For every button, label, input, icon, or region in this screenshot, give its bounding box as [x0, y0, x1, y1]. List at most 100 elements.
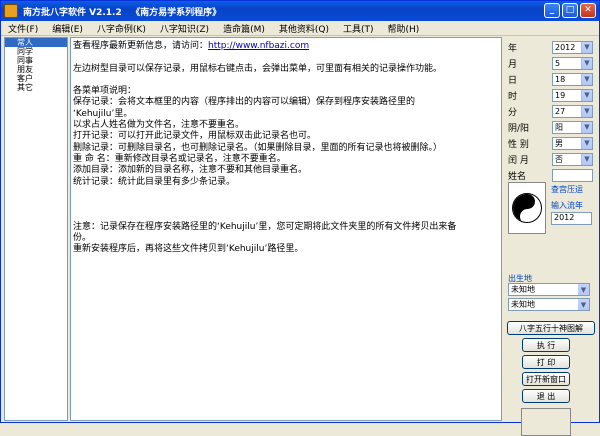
name-input[interactable]: [552, 168, 593, 182]
leap-month-select[interactable]: 否 ▼: [552, 152, 593, 166]
name-label: 姓名: [508, 171, 527, 182]
tree-item-colleagues[interactable]: 同事: [5, 56, 67, 65]
menu-help[interactable]: 帮助(H): [381, 22, 427, 35]
chevron-down-icon[interactable]: ▼: [581, 57, 592, 69]
editor-line-text: 删除记录：可删除目录名，也可删除记录名。（如果删除目录，里面的所有记录也将被删除…: [73, 142, 443, 153]
tree-item-classmates[interactable]: 同学: [5, 47, 67, 56]
record-tree[interactable]: 常人 同学 同事 朋友 客户 其它: [4, 37, 68, 421]
exit-button[interactable]: 退 出: [522, 389, 570, 403]
maximize-button[interactable]: □: [562, 3, 578, 18]
close-button[interactable]: ✕: [580, 3, 596, 18]
tree-item-normal[interactable]: 常人: [5, 38, 67, 47]
chevron-down-icon[interactable]: ▼: [581, 137, 592, 149]
editor-line-text: 保存记录：会将文本框里的内容（程序排出的内容可以编辑）保存到程序安装路径里的: [73, 97, 416, 108]
minute-label: 分: [508, 107, 518, 118]
app-icon: [4, 4, 18, 18]
print-button[interactable]: 打 印: [522, 355, 570, 369]
editor-line: 重新安装程序后，再将这些文件拷贝到‘Kehujilu’路径里。: [73, 244, 499, 255]
menu-file[interactable]: 文件(F): [1, 22, 45, 35]
title-bar[interactable]: 南方批八字软件 V2.1.2 《南方易学系列程序》 _ □ ✕: [1, 1, 599, 21]
tree-item-friends[interactable]: 朋友: [5, 65, 67, 74]
qiyun-link[interactable]: 查宫压运: [551, 184, 583, 195]
chevron-down-icon[interactable]: ▼: [578, 284, 589, 295]
editor-line: 打开记录：可以打开此记录文件，用鼠标双击此记录名也可。: [73, 131, 499, 142]
editor-line: 以求占人姓名做为文件名，注意不要重名。: [73, 120, 499, 131]
editor-line-text: ‘Kehujilu’里。: [73, 108, 133, 119]
run-button[interactable]: 执 行: [522, 338, 570, 352]
birthplace-province-select[interactable]: 未知地 ▼: [508, 283, 590, 296]
editor-line-text: 左边树型目录可以保存记录，用鼠标右键点击，会弹出菜单，可里面有相关的记录操作功能…: [73, 63, 443, 74]
editor-line: 各菜单项说明：: [73, 86, 499, 97]
chevron-down-icon[interactable]: ▼: [581, 153, 592, 165]
taiji-button[interactable]: [508, 182, 546, 234]
main-window: 南方批八字软件 V2.1.2 《南方易学系列程序》 _ □ ✕ 文件(F) 编辑…: [0, 0, 600, 436]
menu-bar: 文件(F) 编辑(E) 八字命例(K) 八字知识(Z) 造命篇(M) 其他资料(…: [1, 21, 599, 36]
editor-line-text: 各菜单项说明：: [73, 86, 137, 97]
year-select[interactable]: 2012 ▼: [552, 40, 593, 54]
tree-item-other[interactable]: 其它: [5, 83, 67, 92]
website-link[interactable]: http://www.nfbazi.com: [208, 41, 309, 51]
hour-label: 时: [508, 91, 518, 102]
menu-zaoming[interactable]: 造命篇(M): [216, 22, 272, 35]
editor-line: 份。: [73, 233, 499, 244]
editor-line-text: 注意：记录保存在程序安装路径里的‘Kehujilu’里，您可定期将此文件夹里的所…: [73, 221, 457, 232]
editor-line: 查看程序最新更新信息，请访问：http://www.nfbazi.com: [73, 41, 499, 52]
editor-line-text: 查看程序最新更新信息，请访问：: [73, 41, 209, 51]
new-window-button[interactable]: 打开新窗口: [522, 372, 570, 386]
menu-bazi-knowledge[interactable]: 八字知识(Z): [153, 22, 216, 35]
chevron-down-icon[interactable]: ▼: [578, 299, 589, 310]
editor-line: 添加目录：添加新的目录名称，注意不要和其他目录重名。: [73, 165, 499, 176]
editor-line-text: 重 命 名：重新修改目录名或记录名，注意不要重名。: [73, 153, 286, 164]
menu-tools[interactable]: 工具(T): [336, 22, 381, 35]
editor-line-text: 打开记录：可以打开此记录文件，用鼠标双击此记录名也可。: [73, 131, 317, 142]
birthplace-city-select[interactable]: 未知地 ▼: [508, 298, 590, 311]
yin-yang-icon: [512, 193, 542, 223]
year-label: 年: [508, 43, 518, 54]
menu-other[interactable]: 其他资料(Q): [272, 22, 336, 35]
menu-edit[interactable]: 编辑(E): [45, 22, 90, 35]
wuxing-diagram-button[interactable]: 八字五行十神图解: [507, 321, 595, 335]
text-editor[interactable]: 查看程序最新更新信息，请访问：http://www.nfbazi.com 左边树型…: [70, 37, 502, 421]
editor-line: 注意：记录保存在程序安装路径里的‘Kehujilu’里，您可定期将此文件夹里的所…: [73, 222, 499, 233]
tree-item-clients[interactable]: 客户: [5, 74, 67, 83]
chevron-down-icon[interactable]: ▼: [581, 73, 592, 85]
gender-select[interactable]: 男 ▼: [552, 136, 593, 150]
yinyang-label: 阴/阳: [508, 123, 530, 134]
window-title: 南方批八字软件 V2.1.2 《南方易学系列程序》: [23, 7, 222, 18]
editor-line: 重 命 名：重新修改目录名或记录名，注意不要重名。: [73, 154, 499, 165]
editor-line-text: 份。: [73, 233, 92, 244]
editor-line: 左边树型目录可以保存记录，用鼠标右键点击，会弹出菜单，可里面有相关的记录操作功能…: [73, 64, 499, 75]
editor-line: ‘Kehujilu’里。: [73, 109, 499, 120]
input-year-label: 输入流年: [551, 201, 583, 210]
day-select[interactable]: 18 ▼: [552, 72, 593, 86]
input-year-field[interactable]: 2012: [551, 212, 592, 225]
empty-panel: [521, 408, 571, 436]
editor-line-text: 添加目录：添加新的目录名称，注意不要和其他目录重名。: [73, 165, 308, 176]
editor-line: 删除记录：可删除目录名，也可删除记录名。（如果删除目录，里面的所有记录也将被删除…: [73, 143, 499, 154]
menu-bazi-cases[interactable]: 八字命例(K): [90, 22, 153, 35]
yinyang-select[interactable]: 阳 ▼: [552, 120, 593, 134]
leap-month-label: 闰 月: [508, 155, 529, 166]
editor-line-text: 重新安装程序后，再将这些文件拷贝到‘Kehujilu’路径里。: [73, 244, 304, 255]
editor-line-text: 以求占人姓名做为文件名，注意不要重名。: [73, 120, 245, 131]
chevron-down-icon[interactable]: ▼: [581, 89, 592, 101]
editor-line-text: 统计记录：统计此目录里有多少条记录。: [73, 176, 236, 187]
month-label: 月: [508, 59, 518, 70]
chevron-down-icon[interactable]: ▼: [581, 121, 592, 133]
editor-line: 统计记录：统计此目录里有多少条记录。: [73, 177, 499, 188]
editor-line: 保存记录：会将文本框里的内容（程序排出的内容可以编辑）保存到程序安装路径里的: [73, 97, 499, 108]
day-label: 日: [508, 75, 518, 86]
hour-select[interactable]: 19 ▼: [552, 88, 593, 102]
chevron-down-icon[interactable]: ▼: [581, 41, 592, 53]
minute-select[interactable]: 27 ▼: [552, 104, 593, 118]
chevron-down-icon[interactable]: ▼: [581, 105, 592, 117]
gender-label: 性 别: [508, 139, 529, 150]
minimize-button[interactable]: _: [544, 3, 560, 18]
input-panel: 年 2012 ▼ 月 5 ▼ 日 18 ▼ 时 19 ▼ 分 27 ▼ 阴/阳阳 ▼ 性 别男 ▼ 闰 …: [504, 37, 599, 436]
month-select[interactable]: 5 ▼: [552, 56, 593, 70]
